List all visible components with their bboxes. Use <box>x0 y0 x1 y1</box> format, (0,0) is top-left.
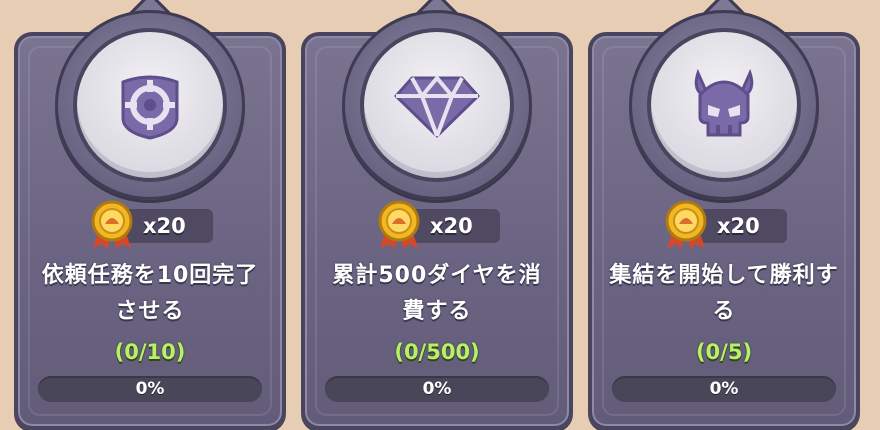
progress-percent: 0% <box>422 379 452 399</box>
medal-icon <box>376 200 422 254</box>
quest-card-1[interactable]: x20 依頼任務を10回完了させる (0/10) 0% <box>14 0 286 430</box>
quest-medallion <box>629 0 819 200</box>
reward-quantity: x20 <box>143 214 186 238</box>
quest-medallion <box>55 0 245 200</box>
reward-badge: x20 <box>372 200 502 250</box>
progress-bar: 0% <box>325 376 549 402</box>
horned-skull-icon <box>684 65 764 145</box>
medal-icon <box>89 200 135 254</box>
quest-title: 累計500ダイヤを消費する <box>332 263 542 324</box>
progress-percent: 0% <box>135 379 165 399</box>
reward-badge: x20 <box>85 200 215 250</box>
reward-badge: x20 <box>659 200 789 250</box>
progress-bar: 0% <box>38 376 262 402</box>
quest-card-3[interactable]: x20 集結を開始して勝利する (0/5) 0% <box>588 0 860 430</box>
quest-title: 依頼任務を10回完了させる <box>41 263 259 324</box>
quest-progress-count: (0/5) <box>695 340 753 364</box>
quest-title: 集結を開始して勝利する <box>609 263 839 324</box>
quest-medallion <box>342 0 532 200</box>
diamond-icon <box>392 70 482 140</box>
progress-bar: 0% <box>612 376 836 402</box>
quest-progress-count: (0/10) <box>114 340 186 364</box>
target-emblem-icon <box>113 68 187 142</box>
medal-icon <box>663 200 709 254</box>
reward-quantity: x20 <box>430 214 473 238</box>
progress-percent: 0% <box>709 379 739 399</box>
quest-progress-count: (0/500) <box>394 340 480 364</box>
quest-card-2[interactable]: x20 累計500ダイヤを消費する (0/500) 0% <box>301 0 573 430</box>
reward-quantity: x20 <box>717 214 760 238</box>
